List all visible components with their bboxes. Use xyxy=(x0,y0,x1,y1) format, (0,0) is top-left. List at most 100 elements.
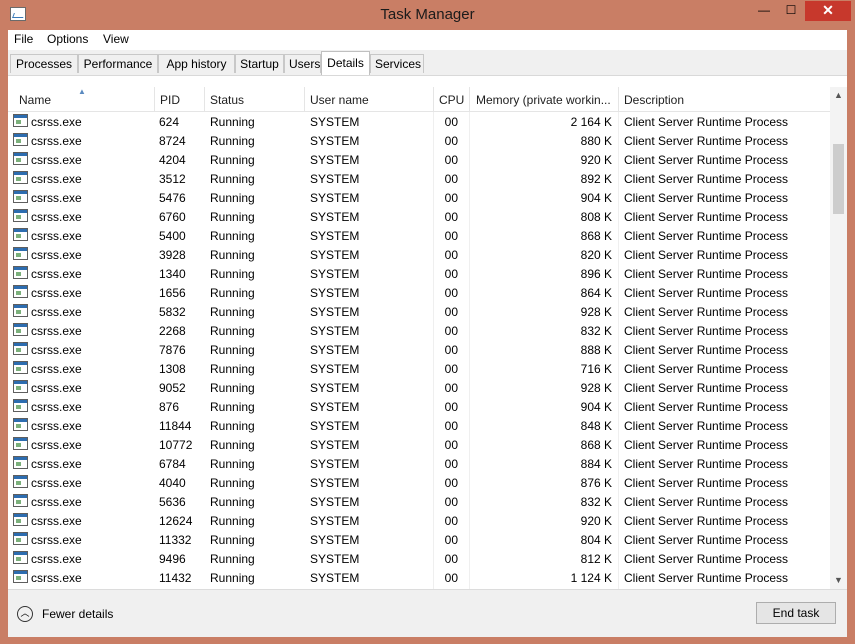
process-user-name: SYSTEM xyxy=(310,343,360,357)
process-memory: 812 K xyxy=(580,552,612,566)
table-row[interactable]: csrss.exe 11332 Running SYSTEM 00 804 K Client… xyxy=(8,530,830,549)
scroll-down-icon[interactable]: ▼ xyxy=(830,572,847,589)
column-header-name[interactable]: Name xyxy=(19,93,149,107)
close-button[interactable]: ✕ xyxy=(805,1,851,21)
process-icon xyxy=(13,114,28,127)
table-row[interactable]: csrss.exe 1340 Running SYSTEM 00 896 K Client … xyxy=(8,264,830,283)
process-cpu: 00 xyxy=(444,267,458,281)
process-status: Running xyxy=(210,343,255,357)
scroll-thumb[interactable] xyxy=(833,144,844,214)
column-divider[interactable] xyxy=(204,87,205,111)
tab-services[interactable]: Services xyxy=(370,54,424,73)
process-icon xyxy=(13,475,28,488)
process-pid: 1340 xyxy=(159,267,186,281)
process-cpu: 00 xyxy=(444,457,458,471)
process-status: Running xyxy=(210,210,255,224)
table-row[interactable]: csrss.exe 5636 Running SYSTEM 00 832 K Client … xyxy=(8,492,830,511)
end-task-button[interactable]: End task xyxy=(756,602,836,624)
process-status: Running xyxy=(210,305,255,319)
tab-details[interactable]: Details xyxy=(321,51,370,75)
process-name: csrss.exe xyxy=(31,457,82,471)
table-row[interactable]: csrss.exe 3928 Running SYSTEM 00 820 K Client … xyxy=(8,245,830,264)
process-name: csrss.exe xyxy=(31,571,82,585)
process-user-name: SYSTEM xyxy=(310,400,360,414)
table-row[interactable]: csrss.exe 1656 Running SYSTEM 00 864 K Client … xyxy=(8,283,830,302)
menu-file[interactable]: File xyxy=(14,32,33,46)
process-status: Running xyxy=(210,400,255,414)
process-status: Running xyxy=(210,172,255,186)
process-description: Client Server Runtime Process xyxy=(624,495,789,509)
table-row[interactable]: csrss.exe 8724 Running SYSTEM 00 880 K Client … xyxy=(8,131,830,150)
column-header-memory[interactable]: Memory (private workin... xyxy=(476,93,616,107)
process-name: csrss.exe xyxy=(31,191,82,205)
tab-processes[interactable]: Processes xyxy=(10,54,78,73)
tab-app-history[interactable]: App history xyxy=(158,54,235,73)
table-row[interactable]: csrss.exe 6760 Running SYSTEM 00 808 K Client … xyxy=(8,207,830,226)
process-name: csrss.exe xyxy=(31,210,82,224)
process-description: Client Server Runtime Process xyxy=(624,153,789,167)
process-icon xyxy=(13,456,28,469)
column-divider[interactable] xyxy=(469,87,470,111)
column-divider[interactable] xyxy=(433,87,434,111)
process-user-name: SYSTEM xyxy=(310,495,360,509)
table-row[interactable]: csrss.exe 5476 Running SYSTEM 00 904 K Client … xyxy=(8,188,830,207)
process-memory: 928 K xyxy=(580,381,612,395)
table-row[interactable]: csrss.exe 624 Running SYSTEM 00 2 164 K Client… xyxy=(8,112,830,131)
table-row[interactable]: csrss.exe 5400 Running SYSTEM 00 868 K Client … xyxy=(8,226,830,245)
table-row[interactable]: csrss.exe 7876 Running SYSTEM 00 888 K Client … xyxy=(8,340,830,359)
tab-users[interactable]: Users xyxy=(284,54,321,73)
tab-performance[interactable]: Performance xyxy=(78,54,158,73)
table-row[interactable]: csrss.exe 6784 Running SYSTEM 00 884 K Client … xyxy=(8,454,830,473)
column-divider[interactable] xyxy=(304,87,305,111)
process-description: Client Server Runtime Process xyxy=(624,305,789,319)
fewer-details-link[interactable]: Fewer details xyxy=(42,607,113,621)
table-row[interactable]: csrss.exe 10772 Running SYSTEM 00 868 K Client… xyxy=(8,435,830,454)
table-row[interactable]: csrss.exe 9496 Running SYSTEM 00 812 K Client … xyxy=(8,549,830,568)
menu-options[interactable]: Options xyxy=(47,32,88,46)
process-icon xyxy=(13,418,28,431)
process-cpu: 00 xyxy=(444,362,458,376)
column-header-cpu[interactable]: CPU xyxy=(439,93,469,107)
process-status: Running xyxy=(210,457,255,471)
process-memory: 864 K xyxy=(580,286,612,300)
column-divider[interactable] xyxy=(154,87,155,111)
column-header-description[interactable]: Description xyxy=(624,93,824,107)
process-description: Client Server Runtime Process xyxy=(624,438,789,452)
process-user-name: SYSTEM xyxy=(310,229,360,243)
table-row[interactable]: csrss.exe 1308 Running SYSTEM 00 716 K Client … xyxy=(8,359,830,378)
minimize-button[interactable]: — xyxy=(751,1,777,21)
process-icon xyxy=(13,190,28,203)
title-bar[interactable]: Task Manager — ☐ ✕ xyxy=(0,0,855,30)
chevron-up-icon[interactable]: ︿ xyxy=(17,606,33,622)
vertical-scrollbar[interactable]: ▲ ▼ xyxy=(830,87,847,589)
table-row[interactable]: csrss.exe 5832 Running SYSTEM 00 928 K Client … xyxy=(8,302,830,321)
process-pid: 2268 xyxy=(159,324,186,338)
table-row[interactable]: csrss.exe 2268 Running SYSTEM 00 832 K Client … xyxy=(8,321,830,340)
process-status: Running xyxy=(210,286,255,300)
table-row[interactable]: csrss.exe 4204 Running SYSTEM 00 920 K Client … xyxy=(8,150,830,169)
table-row[interactable]: csrss.exe 3512 Running SYSTEM 00 892 K Client … xyxy=(8,169,830,188)
process-status: Running xyxy=(210,115,255,129)
column-header-status[interactable]: Status xyxy=(210,93,300,107)
maximize-button[interactable]: ☐ xyxy=(778,1,804,21)
column-header-pid[interactable]: PID xyxy=(160,93,200,107)
scroll-up-icon[interactable]: ▲ xyxy=(830,87,847,104)
tab-startup[interactable]: Startup xyxy=(235,54,284,73)
process-user-name: SYSTEM xyxy=(310,305,360,319)
table-row[interactable]: csrss.exe 4040 Running SYSTEM 00 876 K Client … xyxy=(8,473,830,492)
table-row[interactable]: csrss.exe 11432 Running SYSTEM 00 1 124 K Clie… xyxy=(8,568,830,587)
table-row[interactable]: csrss.exe 11844 Running SYSTEM 00 848 K Client… xyxy=(8,416,830,435)
table-row[interactable]: csrss.exe 9052 Running SYSTEM 00 928 K Client … xyxy=(8,378,830,397)
process-icon xyxy=(13,266,28,279)
column-header-user-name[interactable]: User name xyxy=(310,93,430,107)
process-description: Client Server Runtime Process xyxy=(624,267,789,281)
process-cpu: 00 xyxy=(444,248,458,262)
process-pid: 3928 xyxy=(159,248,186,262)
process-cpu: 00 xyxy=(444,305,458,319)
process-pid: 10772 xyxy=(159,438,193,452)
table-row[interactable]: csrss.exe 12624 Running SYSTEM 00 920 K Client… xyxy=(8,511,830,530)
column-divider[interactable] xyxy=(618,87,619,111)
menu-view[interactable]: View xyxy=(103,32,129,46)
process-cpu: 00 xyxy=(444,533,458,547)
table-row[interactable]: csrss.exe 876 Running SYSTEM 00 904 K Client S… xyxy=(8,397,830,416)
